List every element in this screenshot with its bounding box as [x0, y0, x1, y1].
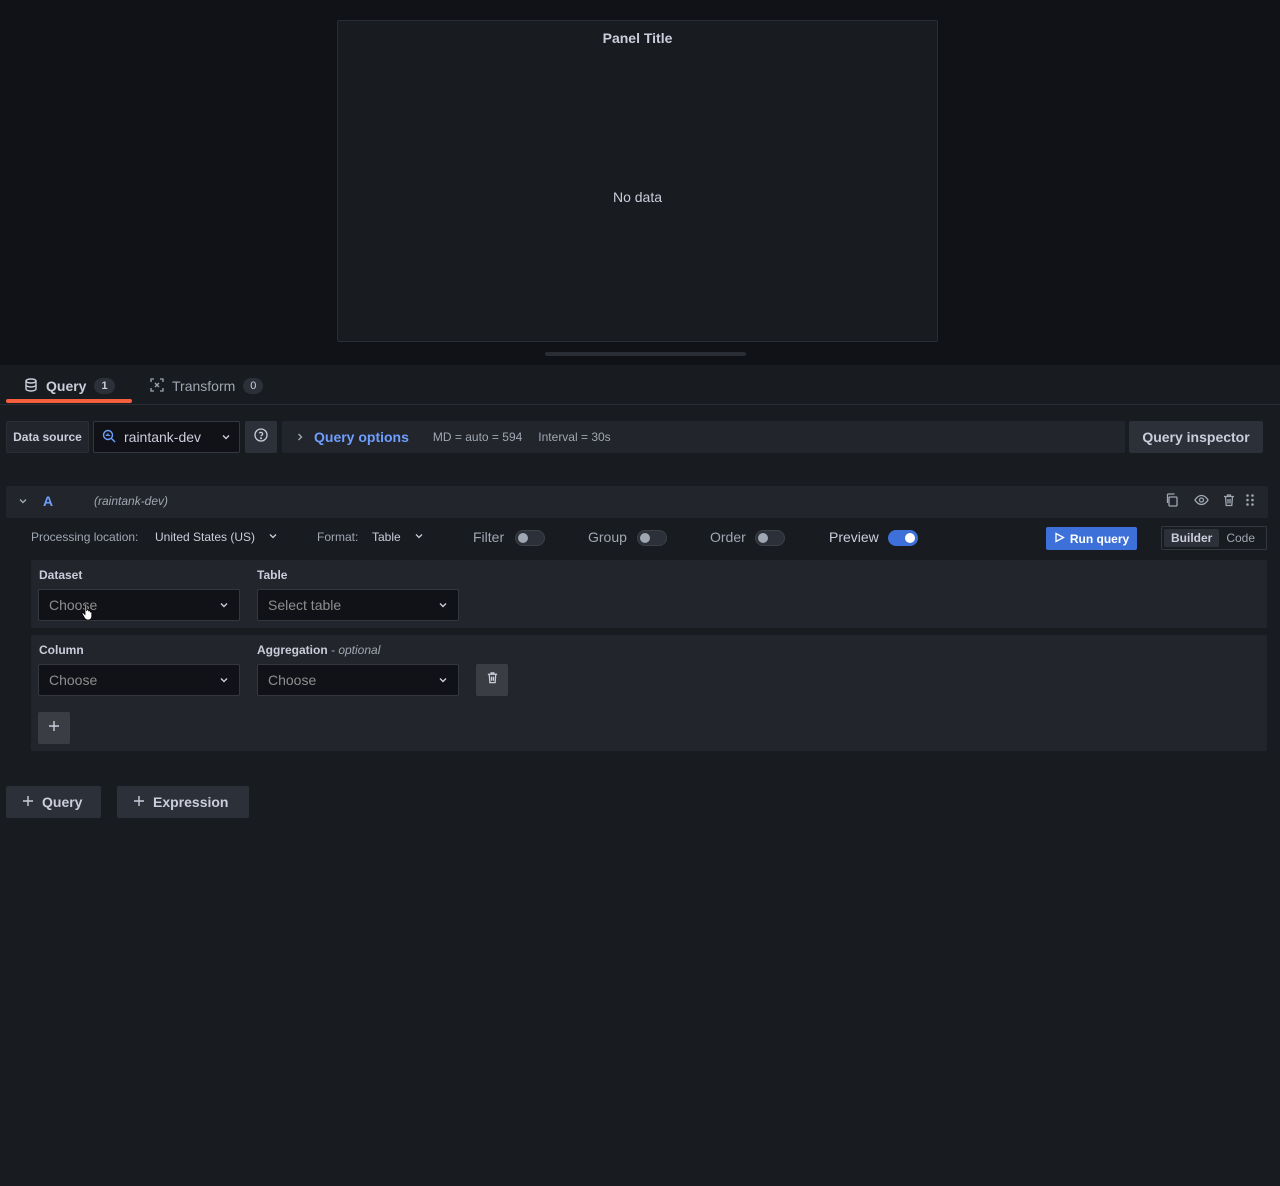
query-options-toggle[interactable]: Query options [314, 429, 409, 445]
format-select[interactable]: Table [372, 530, 424, 544]
chevron-down-icon [414, 530, 424, 544]
code-mode-button[interactable]: Code [1219, 529, 1262, 547]
aggregation-optional-hint: - optional [327, 643, 381, 657]
toggle-query-visibility-button[interactable] [1192, 493, 1210, 511]
dataset-select[interactable]: Choose [38, 589, 240, 621]
add-query-label: Query [42, 794, 83, 810]
datasource-picker[interactable]: raintank-dev [93, 421, 240, 453]
tabs-divider [0, 404, 1280, 405]
panel-no-data-message: No data [612, 189, 663, 205]
chevron-down-icon [18, 493, 28, 511]
chevron-down-icon [438, 672, 448, 688]
hand-cursor-icon [81, 603, 95, 626]
collapse-query-button[interactable] [16, 494, 30, 510]
aggregation-placeholder: Choose [268, 672, 317, 688]
bigquery-icon [102, 429, 116, 446]
add-expression-button[interactable]: Expression [117, 786, 249, 818]
format-value: Table [372, 530, 401, 544]
trash-icon [486, 671, 499, 689]
run-query-button[interactable]: Run query [1046, 527, 1137, 550]
chevron-right-icon [292, 432, 308, 442]
query-inspector-button[interactable]: Query inspector [1129, 421, 1263, 453]
duplicate-icon [1165, 492, 1179, 512]
aggregation-select[interactable]: Choose [257, 664, 459, 696]
remove-query-button[interactable] [1220, 493, 1238, 511]
tab-transform-count: 0 [243, 378, 264, 394]
chevron-down-icon [219, 597, 229, 613]
column-placeholder: Choose [49, 672, 98, 688]
tab-transform-label: Transform [172, 378, 236, 394]
play-icon [1054, 531, 1065, 546]
processing-location-value: United States (US) [155, 530, 256, 544]
table-select[interactable]: Select table [257, 589, 459, 621]
transform-icon [150, 377, 164, 395]
filter-toggle[interactable] [515, 530, 545, 546]
chevron-down-icon [219, 672, 229, 688]
remove-column-button[interactable] [476, 664, 508, 696]
aggregation-label: Aggregation - optional [257, 643, 380, 657]
processing-location-select[interactable]: United States (US) [155, 530, 278, 544]
drag-query-handle[interactable] [1241, 493, 1259, 511]
plus-icon [48, 719, 60, 737]
active-tab-indicator [6, 399, 132, 403]
preview-toggle-label: Preview [829, 529, 879, 545]
datasource-name: raintank-dev [124, 429, 202, 445]
format-label: Format: [317, 530, 359, 544]
filter-toggle-label: Filter [473, 529, 505, 545]
eye-icon [1193, 493, 1209, 512]
dataset-placeholder: Choose [49, 597, 98, 613]
max-data-points-info: MD = auto = 594 [432, 430, 523, 444]
panel-preview[interactable]: Panel Title No data [337, 20, 938, 342]
query-row-header [6, 486, 1268, 518]
trash-icon [1222, 493, 1236, 512]
tab-query-count: 1 [94, 378, 115, 394]
table-placeholder: Select table [268, 597, 342, 613]
plus-icon [22, 794, 34, 810]
add-query-button[interactable]: Query [6, 786, 101, 818]
interval-info: Interval = 30s [538, 430, 611, 444]
run-query-label: Run query [1069, 531, 1130, 546]
table-label: Table [257, 568, 288, 582]
query-ref-id[interactable]: A [43, 493, 53, 509]
dataset-label: Dataset [39, 568, 83, 582]
panel-title[interactable]: Panel Title [338, 30, 937, 46]
preview-toggle[interactable] [888, 530, 918, 546]
editor-mode-toggle: Builder Code [1161, 526, 1267, 550]
plus-icon [133, 794, 145, 810]
aggregation-label-text: Aggregation [257, 643, 328, 657]
order-toggle-label: Order [710, 529, 746, 545]
drag-handle-icon [1244, 493, 1256, 512]
column-label: Column [39, 643, 84, 657]
group-toggle-label: Group [588, 529, 627, 545]
chevron-down-icon [438, 597, 448, 613]
tab-query-label: Query [46, 378, 87, 394]
add-column-button[interactable] [38, 712, 70, 744]
datasource-help-button[interactable] [245, 421, 277, 453]
database-icon [24, 377, 38, 395]
panel-resize-splitter[interactable] [545, 352, 746, 356]
add-expression-label: Expression [153, 794, 229, 810]
tab-query[interactable]: Query 1 [24, 376, 115, 396]
question-circle-icon [254, 427, 268, 447]
chevron-down-icon [221, 429, 231, 445]
group-toggle[interactable] [637, 530, 667, 546]
processing-location-label: Processing location: [31, 530, 139, 544]
datasource-label: Data source [6, 421, 89, 453]
query-datasource-name: (raintank-dev) [94, 494, 169, 508]
builder-mode-button[interactable]: Builder [1164, 529, 1220, 547]
duplicate-query-button[interactable] [1163, 492, 1181, 512]
chevron-down-icon [268, 530, 278, 544]
order-toggle[interactable] [755, 530, 785, 546]
column-select[interactable]: Choose [38, 664, 240, 696]
query-options-bar[interactable]: Query options MD = auto = 594 Interval =… [282, 421, 1125, 453]
tab-transform[interactable]: Transform 0 [150, 376, 264, 396]
